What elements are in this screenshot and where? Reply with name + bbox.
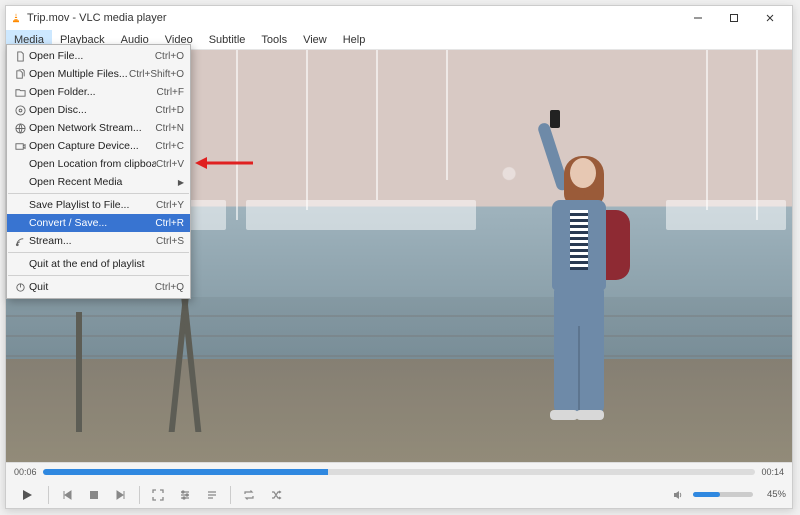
titlebar: Trip.mov - VLC media player: [6, 6, 792, 30]
previous-button[interactable]: [55, 484, 79, 506]
time-elapsed: 00:06: [14, 467, 37, 477]
capture-icon: [11, 141, 29, 152]
annotation-arrow: [195, 155, 255, 171]
menu-open-capture-device[interactable]: Open Capture Device... Ctrl+C: [7, 137, 190, 155]
menu-subtitle[interactable]: Subtitle: [201, 30, 254, 49]
volume-percent: 45%: [760, 489, 786, 500]
menu-open-network-stream[interactable]: Open Network Stream... Ctrl+N: [7, 119, 190, 137]
menu-tools[interactable]: Tools: [253, 30, 295, 49]
folder-icon: [11, 87, 29, 98]
time-total: 00:14: [761, 467, 784, 477]
menu-help[interactable]: Help: [335, 30, 374, 49]
next-button[interactable]: [109, 484, 133, 506]
menu-open-multiple-files[interactable]: Open Multiple Files... Ctrl+Shift+O: [7, 65, 190, 83]
menu-open-clipboard[interactable]: Open Location from clipboard Ctrl+V: [7, 155, 190, 173]
menu-open-disc[interactable]: Open Disc... Ctrl+D: [7, 101, 190, 119]
menu-open-file[interactable]: Open File... Ctrl+O: [7, 47, 190, 65]
volume-level: [693, 492, 720, 497]
menu-convert-save[interactable]: Convert / Save... Ctrl+R: [7, 214, 190, 232]
shuffle-button[interactable]: [264, 484, 288, 506]
minimize-button[interactable]: [680, 6, 716, 30]
seek-progress: [43, 469, 328, 475]
controls-bar: 00:06 00:14 45%: [6, 462, 792, 508]
media-dropdown: Open File... Ctrl+O Open Multiple Files.…: [6, 44, 191, 299]
menu-quit-at-end[interactable]: Quit at the end of playlist: [7, 255, 190, 273]
menu-view[interactable]: View: [295, 30, 335, 49]
menu-stream[interactable]: Stream... Ctrl+S: [7, 232, 190, 250]
fullscreen-button[interactable]: [146, 484, 170, 506]
maximize-button[interactable]: [716, 6, 752, 30]
speaker-icon[interactable]: [666, 484, 690, 506]
files-icon: [11, 69, 29, 80]
vlc-cone-icon: [10, 12, 22, 24]
file-icon: [11, 51, 29, 62]
video-subject-person: [516, 110, 636, 430]
stop-button[interactable]: [82, 484, 106, 506]
window-title: Trip.mov - VLC media player: [27, 12, 167, 24]
network-icon: [11, 123, 29, 134]
playlist-button[interactable]: [200, 484, 224, 506]
menu-open-folder[interactable]: Open Folder... Ctrl+F: [7, 83, 190, 101]
quit-icon: [11, 282, 29, 293]
seek-slider[interactable]: [43, 469, 756, 475]
chevron-right-icon: ▶: [178, 178, 184, 187]
extended-settings-button[interactable]: [173, 484, 197, 506]
close-button[interactable]: [752, 6, 788, 30]
menu-open-recent[interactable]: Open Recent Media ▶: [7, 173, 190, 191]
menu-save-playlist[interactable]: Save Playlist to File... Ctrl+Y: [7, 196, 190, 214]
stream-icon: [11, 236, 29, 247]
play-button[interactable]: [12, 484, 42, 506]
loop-button[interactable]: [237, 484, 261, 506]
menu-quit[interactable]: Quit Ctrl+Q: [7, 278, 190, 296]
volume-slider[interactable]: [693, 492, 753, 497]
disc-icon: [11, 105, 29, 116]
